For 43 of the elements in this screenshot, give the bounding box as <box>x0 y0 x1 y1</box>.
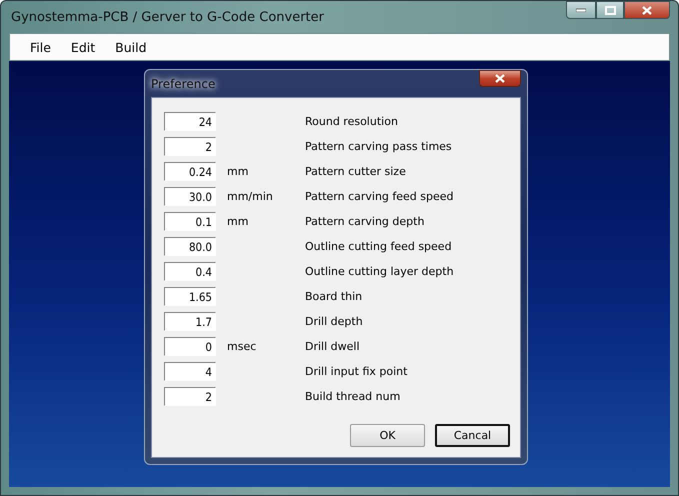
maximize-button[interactable] <box>596 1 624 19</box>
setting-label: Drill dwell <box>305 340 361 353</box>
unit-label: mm <box>227 215 250 228</box>
number-field[interactable]: 2 <box>164 137 216 156</box>
setting-label: Drill depth <box>305 315 364 328</box>
unit-label: mm <box>227 165 250 178</box>
cancel-button[interactable]: Cancal <box>435 424 510 447</box>
number-field[interactable]: 24 <box>164 112 216 131</box>
number-field[interactable]: 30.0 <box>164 187 216 206</box>
setting-label: Round resolution <box>305 115 399 128</box>
number-field[interactable]: 0 <box>164 337 216 356</box>
number-field[interactable]: 1.65 <box>164 287 216 306</box>
number-field[interactable]: 0.4 <box>164 262 216 281</box>
close-button[interactable] <box>624 1 670 19</box>
setting-label: Pattern carving feed speed <box>305 190 455 203</box>
setting-label: Outline cutting layer depth <box>305 265 455 278</box>
maximize-icon <box>604 6 616 14</box>
close-button[interactable] <box>479 70 521 87</box>
close-icon <box>642 6 652 14</box>
number-field[interactable]: 0.1 <box>164 212 216 231</box>
setting-label: Board thin <box>305 290 364 303</box>
setting-label: Outline cutting feed speed <box>305 240 453 253</box>
dialog-title: Preference <box>151 76 216 90</box>
menu-item[interactable]: Edit <box>60 40 106 54</box>
menu-item[interactable]: Build <box>105 40 157 54</box>
menu-item[interactable]: File <box>20 40 61 54</box>
number-field[interactable]: 4 <box>164 362 216 381</box>
setting-label: Pattern carving pass times <box>305 140 453 153</box>
setting-label: Drill input fix point <box>305 365 408 378</box>
number-field[interactable]: 2 <box>164 387 216 406</box>
close-icon <box>495 74 505 83</box>
unit-label: msec <box>227 340 258 353</box>
setting-label: Build thread num <box>305 390 402 403</box>
setting-label: Pattern cutter size <box>305 165 407 178</box>
minimize-button[interactable] <box>566 1 596 19</box>
minimize-icon <box>576 8 586 12</box>
number-field[interactable]: 0.24 <box>164 162 216 181</box>
ok-button[interactable]: OK <box>350 424 425 447</box>
number-field[interactable]: 1.7 <box>164 312 216 331</box>
window-title: Gynostemma-PCB / Gerver to G-Code Converter <box>10 10 324 24</box>
setting-label: Pattern carving depth <box>305 215 426 228</box>
unit-label: mm/min <box>227 190 274 203</box>
number-field[interactable]: 80.0 <box>164 237 216 256</box>
